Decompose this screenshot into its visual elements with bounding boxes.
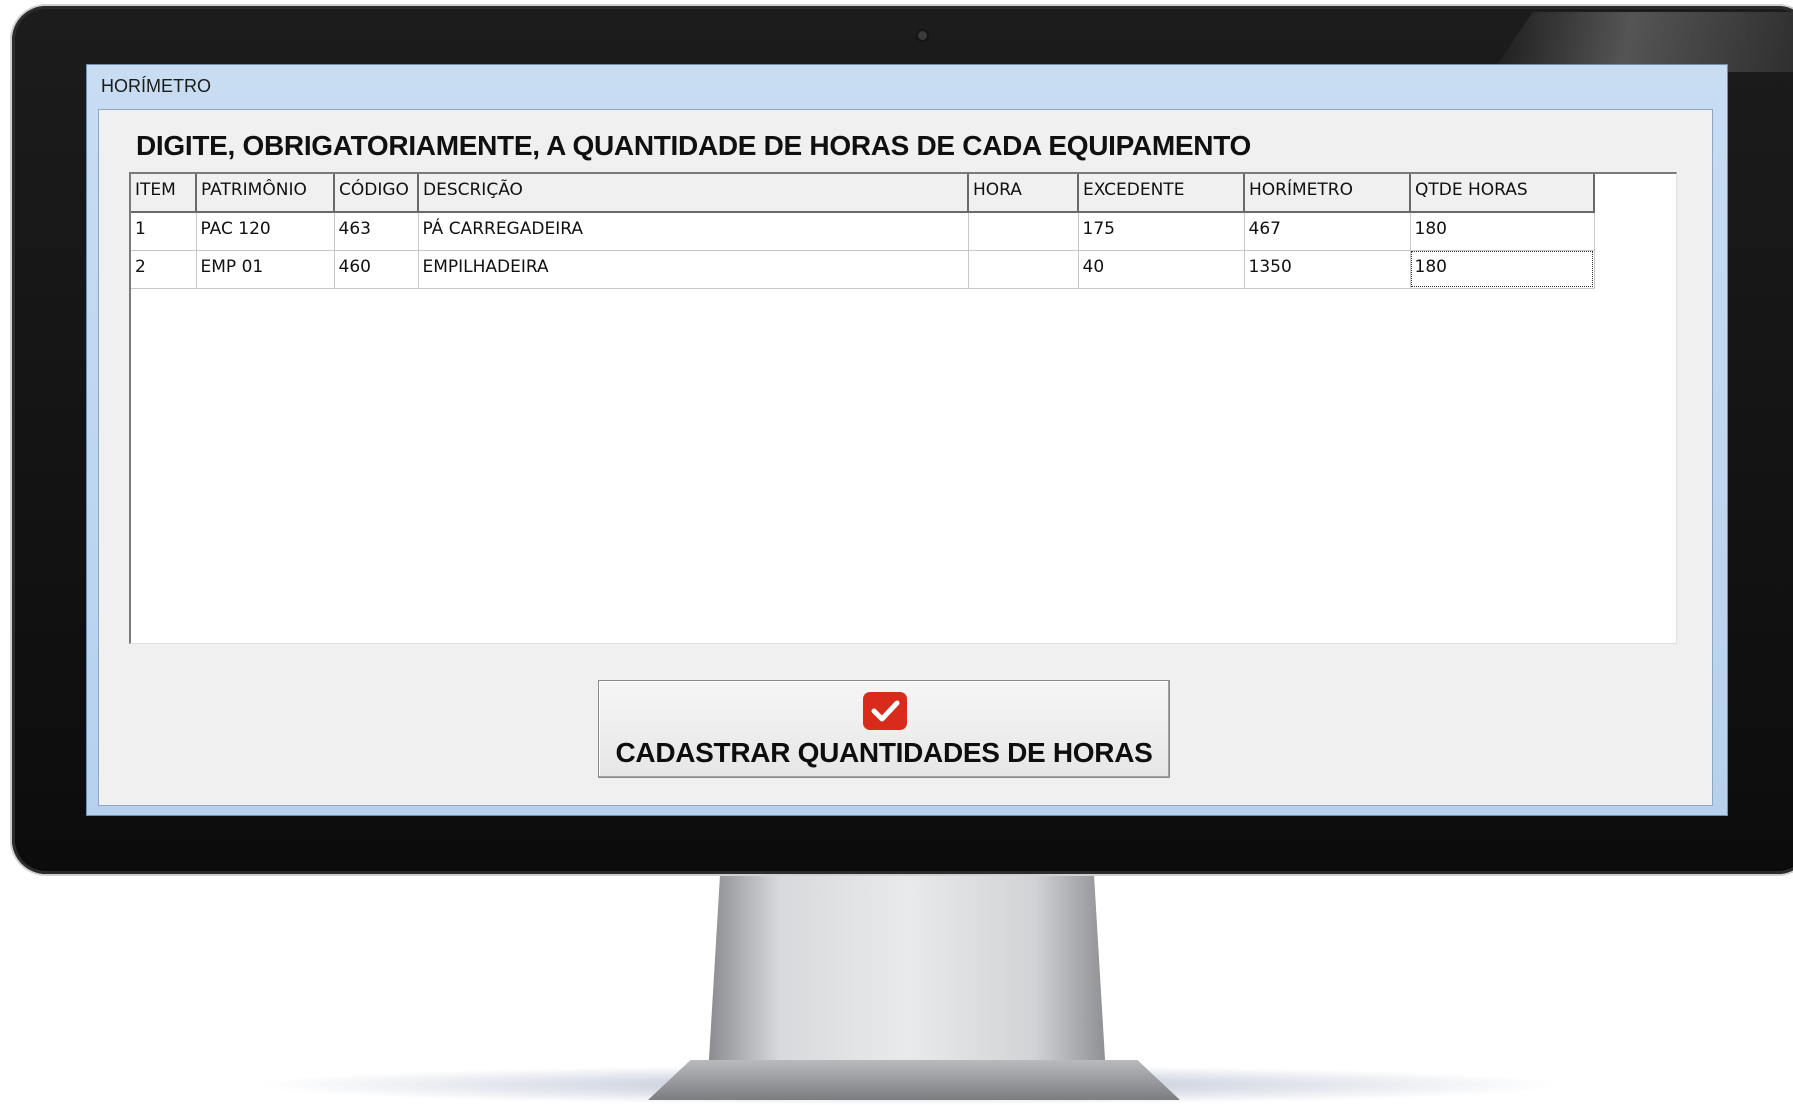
cadastrar-quantidades-button[interactable]: CADASTRAR QUANTIDADES DE HORAS <box>598 680 1170 778</box>
cell-item[interactable]: 1 <box>131 212 197 251</box>
webcam-icon <box>918 31 927 40</box>
equipment-table: ITEM PATRIMÔNIO CÓDIGO DESCRIÇÃO HORA EX… <box>131 174 1595 289</box>
instruction-heading: DIGITE, OBRIGATORIAMENTE, A QUANTIDADE D… <box>136 130 1251 161</box>
monitor-stand <box>708 876 1106 1076</box>
cell-descricao[interactable]: PÁ CARREGADEIRA <box>418 212 969 251</box>
column-header-hora[interactable]: HORA <box>968 174 1079 213</box>
button-label: CADASTRAR QUANTIDADES DE HORAS <box>615 737 1153 768</box>
table-row[interactable]: 1 PAC 120 463 PÁ CARREGADEIRA 175 467 18… <box>131 212 1595 251</box>
cell-patrimonio[interactable]: PAC 120 <box>196 212 335 251</box>
red-checkbox-icon <box>863 692 907 730</box>
window-client-area: DIGITE, OBRIGATORIAMENTE, A QUANTIDADE D… <box>98 109 1713 806</box>
column-header-codigo[interactable]: CÓDIGO <box>334 174 419 213</box>
cell-hora[interactable] <box>968 212 1079 251</box>
table-row[interactable]: 2 EMP 01 460 EMPILHADEIRA 40 1350 180 <box>131 250 1595 289</box>
table-header-row: ITEM PATRIMÔNIO CÓDIGO DESCRIÇÃO HORA EX… <box>131 174 1595 213</box>
horimetro-window: HORÍMETRO DIGITE, OBRIGATORIAMENTE, A QU… <box>86 64 1728 816</box>
column-header-patrimonio[interactable]: PATRIMÔNIO <box>196 174 335 213</box>
cell-item[interactable]: 2 <box>131 250 197 289</box>
cell-codigo[interactable]: 460 <box>334 250 419 289</box>
cell-descricao[interactable]: EMPILHADEIRA <box>418 250 969 289</box>
equipment-grid[interactable]: ITEM PATRIMÔNIO CÓDIGO DESCRIÇÃO HORA EX… <box>129 172 1677 644</box>
cell-hora[interactable] <box>968 250 1079 289</box>
cell-horimetro[interactable]: 467 <box>1244 212 1411 251</box>
column-header-excedente[interactable]: EXCEDENTE <box>1078 174 1245 213</box>
cell-patrimonio[interactable]: EMP 01 <box>196 250 335 289</box>
cell-qtde-horas-focused[interactable]: 180 <box>1410 250 1595 289</box>
column-header-item[interactable]: ITEM <box>131 174 197 213</box>
cell-horimetro[interactable]: 1350 <box>1244 250 1411 289</box>
window-title: HORÍMETRO <box>101 76 211 96</box>
bezel-glare <box>1492 12 1793 72</box>
column-header-horimetro[interactable]: HORÍMETRO <box>1244 174 1411 213</box>
monitor-stand-base <box>648 1060 1180 1100</box>
cell-excedente[interactable]: 40 <box>1078 250 1245 289</box>
cell-qtde-horas[interactable]: 180 <box>1410 212 1595 251</box>
column-header-qtde-horas[interactable]: QTDE HORAS <box>1410 174 1595 213</box>
cell-excedente[interactable]: 175 <box>1078 212 1245 251</box>
cell-codigo[interactable]: 463 <box>334 212 419 251</box>
column-header-descricao[interactable]: DESCRIÇÃO <box>418 174 969 213</box>
